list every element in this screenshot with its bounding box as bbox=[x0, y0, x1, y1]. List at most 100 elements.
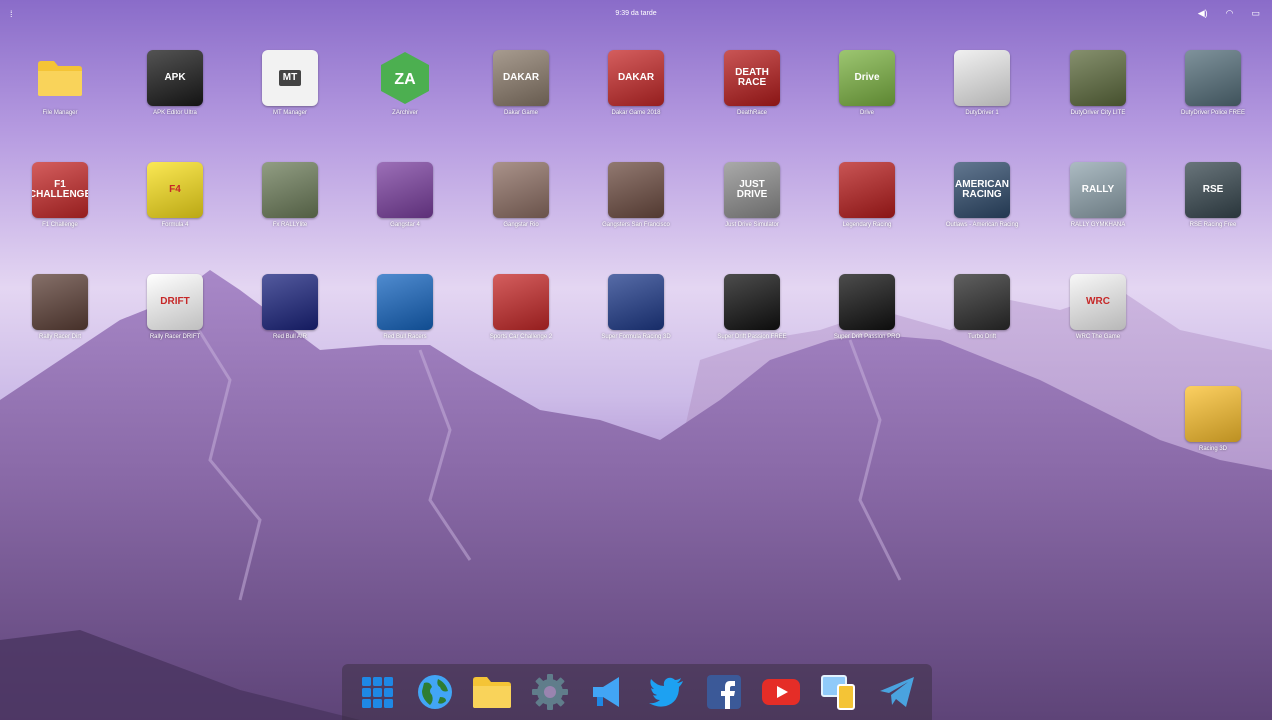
facebook-icon[interactable] bbox=[702, 670, 746, 714]
devices-icon[interactable] bbox=[817, 670, 861, 714]
app-fx-rallylite[interactable]: Fx RALLYlite bbox=[234, 162, 346, 228]
turbo-drift-icon bbox=[954, 274, 1010, 330]
app-label: Gangstar Rio bbox=[503, 222, 539, 228]
app-label: Gangstar 4 bbox=[390, 222, 420, 228]
app-rally-racer-drift[interactable]: DRIFT Rally Racer DRIFT bbox=[119, 274, 231, 340]
app-rse-racing-free[interactable]: RSE RSE Racing Free bbox=[1157, 162, 1269, 228]
dakar-game-icon: DAKAR bbox=[493, 50, 549, 106]
youtube-icon[interactable] bbox=[759, 670, 803, 714]
app-legendary-racing[interactable]: Legendary Racing bbox=[811, 162, 923, 228]
app-label: Fx RALLYlite bbox=[272, 222, 308, 228]
deathrace-icon: DEATH RACE bbox=[724, 50, 780, 106]
rally-gymkhana-icon: RALLY bbox=[1070, 162, 1126, 218]
folder-icon bbox=[32, 50, 88, 106]
racing-3d-icon bbox=[1185, 386, 1241, 442]
top-panel: ⁞ 9:39 da tarde ◀) ◠ ▭ bbox=[0, 0, 1272, 28]
app-label: Dakar Game 2018 bbox=[611, 110, 661, 116]
gangsters-sf-icon bbox=[608, 162, 664, 218]
app-deathrace[interactable]: DEATH RACE DeathRace bbox=[696, 50, 808, 116]
app-dakar-game-2018[interactable]: DAKAR Dakar Game 2018 bbox=[580, 50, 692, 116]
app-gangstar-rio[interactable]: Gangstar Rio bbox=[465, 162, 577, 228]
app-dakar-game[interactable]: DAKAR Dakar Game bbox=[465, 50, 577, 116]
icon-text: DAKAR bbox=[617, 71, 655, 83]
app-label: Red Bull AIR bbox=[272, 334, 308, 340]
app-dutydriver-city-lite[interactable]: DutyDriver City LITE bbox=[1042, 50, 1154, 116]
app-label: ZArchiver bbox=[392, 110, 418, 116]
app-super-drift-passion-free[interactable]: Super Drift Passion FREE bbox=[696, 274, 808, 340]
clock[interactable]: 9:39 da tarde bbox=[0, 10, 1272, 17]
rse-racing-icon: RSE bbox=[1185, 162, 1241, 218]
app-f1-challenge[interactable]: F1 CHALLENGE F1 Challenge bbox=[4, 162, 116, 228]
app-grid-icon[interactable] bbox=[355, 670, 399, 714]
app-red-bull-racers[interactable]: Red Bull Racers bbox=[349, 274, 461, 340]
app-formula-4[interactable]: F4 Formula 4 bbox=[119, 162, 231, 228]
app-label: Formula 4 bbox=[161, 222, 189, 228]
app-label: DeathRace bbox=[736, 110, 768, 116]
desktop-icons: File Manager APK APK Editor Ultra MT MT Mana… bbox=[0, 0, 1272, 660]
app-label: Rally Racer Dirt bbox=[38, 334, 81, 340]
app-sports-car-challenge-2[interactable]: Sports Car Challenge 2 bbox=[465, 274, 577, 340]
app-file-manager[interactable]: File Manager bbox=[4, 50, 116, 116]
app-label: Gangsters San Francisco bbox=[602, 222, 670, 228]
icon-text: DEATH RACE bbox=[735, 66, 769, 88]
app-label: Rally Racer DRIFT bbox=[149, 334, 201, 340]
app-label: RSE Racing Free bbox=[1189, 222, 1237, 228]
app-label: Super Formula Racing 3D bbox=[601, 334, 671, 340]
outlaws-icon: AMERICAN RACING bbox=[954, 162, 1010, 218]
app-label: MT Manager bbox=[273, 110, 307, 116]
icon-text: MT bbox=[278, 69, 302, 87]
app-label: Just Drive Simulator bbox=[725, 222, 779, 228]
gangstar-rio-icon bbox=[493, 162, 549, 218]
app-label: Red Bull Racers bbox=[383, 334, 427, 340]
app-label: Super Drift Passion FREE bbox=[717, 334, 787, 340]
wifi-icon[interactable]: ◠ bbox=[1226, 8, 1234, 19]
dock bbox=[342, 664, 932, 720]
rally-drift-icon: DRIFT bbox=[147, 274, 203, 330]
folder-icon[interactable] bbox=[470, 670, 514, 714]
app-super-formula-racing-3d[interactable]: Super Formula Racing 3D bbox=[580, 274, 692, 340]
system-tray: ◀) ◠ ▭ bbox=[1198, 8, 1260, 19]
super-drift-free-icon bbox=[724, 274, 780, 330]
icon-text: DAKAR bbox=[502, 71, 540, 83]
app-label: Turbo Drift bbox=[967, 334, 997, 340]
icon-text: RALLY bbox=[1081, 183, 1115, 195]
app-dutydriver-police-free[interactable]: DutyDriver Police FREE bbox=[1157, 50, 1269, 116]
app-drive[interactable]: Drive Drive bbox=[811, 50, 923, 116]
app-wrc-the-game[interactable]: WRC WRC The Game bbox=[1042, 274, 1154, 340]
app-gangsters-san-francisco[interactable]: Gangsters San Francisco bbox=[580, 162, 692, 228]
app-label: Outlaws - American Racing bbox=[945, 222, 1019, 228]
app-gangstar-4[interactable]: Gangstar 4 bbox=[349, 162, 461, 228]
telegram-icon[interactable] bbox=[875, 670, 919, 714]
app-red-bull-air[interactable]: Red Bull AIR bbox=[234, 274, 346, 340]
app-racing-3d[interactable]: Racing 3D bbox=[1157, 386, 1269, 452]
app-outlaws-american-racing[interactable]: AMERICAN RACING Outlaws - American Racing bbox=[926, 162, 1038, 228]
app-label: DutyDriver City LITE bbox=[1070, 110, 1126, 116]
app-zarchiver[interactable]: ZA ZArchiver bbox=[349, 50, 461, 116]
app-rally-gymkhana[interactable]: RALLY RALLY GYMKHANA bbox=[1042, 162, 1154, 228]
sports-car-icon bbox=[493, 274, 549, 330]
app-dutydriver-1[interactable]: DutyDriver 1 bbox=[926, 50, 1038, 116]
rally-racer-icon bbox=[32, 274, 88, 330]
volume-icon[interactable]: ◀) bbox=[1198, 8, 1208, 19]
dutydriver-police-icon bbox=[1185, 50, 1241, 106]
app-just-drive-simulator[interactable]: JUST DRIVE Just Drive Simulator bbox=[696, 162, 808, 228]
wrc-icon: WRC bbox=[1070, 274, 1126, 330]
icon-text: AMERICAN RACING bbox=[955, 178, 1009, 200]
app-apk-editor-ultra[interactable]: APK APK Editor Ultra bbox=[119, 50, 231, 116]
app-super-drift-passion-pro[interactable]: Super Drift Passion PRO bbox=[811, 274, 923, 340]
megaphone-icon[interactable] bbox=[586, 670, 630, 714]
app-mt-manager[interactable]: MT MT Manager bbox=[234, 50, 346, 116]
app-label: DutyDriver Police FREE bbox=[1180, 110, 1245, 116]
svg-text:ZA: ZA bbox=[394, 71, 416, 88]
app-label: Racing 3D bbox=[1198, 446, 1227, 452]
app-label: Drive bbox=[859, 110, 874, 116]
app-rally-racer-dirt[interactable]: Rally Racer Dirt bbox=[4, 274, 116, 340]
just-drive-icon: JUST DRIVE bbox=[724, 162, 780, 218]
app-turbo-drift[interactable]: Turbo Drift bbox=[926, 274, 1038, 340]
battery-icon[interactable]: ▭ bbox=[1251, 8, 1260, 19]
twitter-icon[interactable] bbox=[644, 670, 688, 714]
apk-editor-icon: APK bbox=[147, 50, 203, 106]
app-label: F1 Challenge bbox=[42, 222, 78, 228]
globe-icon[interactable] bbox=[413, 670, 457, 714]
settings-gear-icon[interactable] bbox=[528, 670, 572, 714]
